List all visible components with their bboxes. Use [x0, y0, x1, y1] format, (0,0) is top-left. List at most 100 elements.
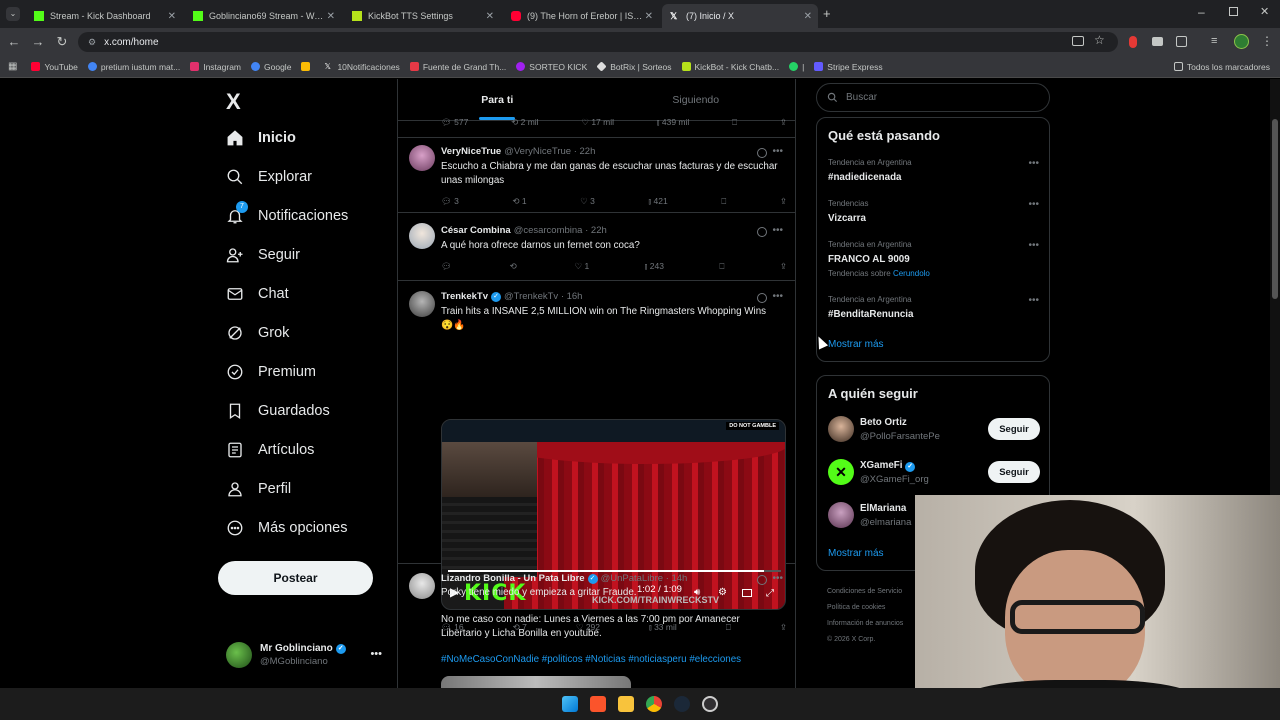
tweet-time[interactable]: · 16h: [561, 291, 583, 302]
trend-item[interactable]: Tendencia en Argentina FRANCO AL 9009 Te…: [828, 240, 930, 278]
more-dots-icon[interactable]: •••: [1028, 199, 1039, 210]
more-dots-icon[interactable]: •••: [1028, 158, 1039, 169]
tweet-time[interactable]: · 14h: [666, 573, 688, 584]
more-dots-icon[interactable]: •••: [772, 573, 783, 584]
star-icon[interactable]: ☆: [1094, 33, 1105, 47]
obs-icon[interactable]: [702, 696, 718, 712]
show-more-follow-link[interactable]: Mostrar más: [828, 548, 884, 559]
bookmark-icon[interactable]: ⎕: [732, 117, 737, 128]
tweet-author-name[interactable]: César Combina: [441, 225, 511, 236]
nav-item-grok[interactable]: Grok: [226, 324, 289, 342]
repost-button[interactable]: ⟲: [510, 261, 520, 272]
tweet-time[interactable]: · 22h: [585, 225, 607, 236]
new-tab-button[interactable]: +: [823, 6, 831, 21]
url-input[interactable]: ⚙ x.com/home: [78, 32, 1118, 52]
bookmark-item[interactable]: Google: [251, 62, 291, 72]
bookmark-item[interactable]: BotRix | Sorteos: [596, 61, 672, 72]
windows-start-icon[interactable]: [562, 696, 578, 712]
steam-icon[interactable]: [674, 696, 690, 712]
avatar[interactable]: [409, 223, 435, 249]
repost-button[interactable]: ⟲ 1: [512, 196, 526, 207]
tab-para-ti[interactable]: Para ti: [398, 79, 597, 120]
footer-link[interactable]: Condiciones de Servicio: [827, 584, 903, 600]
reply-button[interactable]: 💬︎: [441, 261, 454, 272]
close-icon[interactable]: ✕: [645, 11, 653, 22]
account-switcher[interactable]: Mr Goblinciano ✓ @MGoblinciano •••: [226, 642, 386, 668]
search-input[interactable]: Buscar: [816, 83, 1050, 112]
views-button[interactable]: ⫾ 243: [645, 261, 664, 272]
more-dots-icon[interactable]: •••: [772, 225, 783, 236]
bookmark-item[interactable]: KickBot - Kick Chatb...: [681, 62, 779, 72]
puzzle-icon[interactable]: [1176, 36, 1187, 47]
tweet[interactable]: VeryNiceTrue @VeryNiceTrue · 22h ••• Esc…: [398, 138, 795, 213]
tweet-author-name[interactable]: Lizandro Bonilla - Un Pata Libre: [441, 573, 585, 584]
bookmark-item[interactable]: |: [789, 62, 804, 72]
chrome-icon[interactable]: [646, 696, 662, 712]
tweet[interactable]: César Combina @cesarcombina · 22h ••• A …: [398, 213, 795, 281]
grok-icon[interactable]: [757, 227, 767, 237]
close-icon[interactable]: ✕: [804, 11, 812, 22]
tweet[interactable]: TrenkekTv ✓ @TrenkekTv · 16h ••• Train h…: [398, 281, 795, 632]
tweet-author-name[interactable]: TrenkekTv: [441, 291, 488, 302]
nav-item-guardados[interactable]: Guardados: [226, 402, 330, 420]
scrollbar-thumb[interactable]: [1272, 119, 1278, 299]
browser-tab-active[interactable]: 𝕏 (7) Inicio / X ✕: [662, 4, 818, 28]
bookmark-item[interactable]: YouTube: [31, 62, 78, 72]
grok-icon[interactable]: [757, 293, 767, 303]
site-info-icon[interactable]: ⚙: [88, 37, 96, 48]
nav-item-mas-opciones[interactable]: Más opciones: [226, 519, 347, 537]
tweet-handle[interactable]: @TrenkekTv: [504, 291, 558, 302]
footer-link[interactable]: Política de cookies: [827, 600, 903, 616]
reply-button[interactable]: 💬︎ 3: [441, 196, 459, 207]
nav-item-premium[interactable]: Premium: [226, 363, 316, 381]
share-icon[interactable]: ⇪: [780, 196, 787, 207]
trend-subtext-link[interactable]: Cerundolo: [893, 269, 930, 278]
more-dots-icon[interactable]: •••: [1028, 295, 1039, 306]
follow-button[interactable]: Seguir: [988, 418, 1040, 440]
extension-icon[interactable]: [1152, 37, 1163, 46]
tweet-time[interactable]: · 22h: [574, 146, 596, 157]
browser-tab[interactable]: Goblinciano69 Stream - Watch ✕: [185, 4, 341, 28]
tweet-handle[interactable]: @cesarcombina: [514, 225, 583, 236]
bookmark-icon[interactable]: ⎕: [719, 261, 724, 272]
nav-item-notificaciones[interactable]: 7 Notificaciones: [226, 201, 348, 225]
menu-icon[interactable]: ⋮: [1261, 34, 1273, 48]
bookmark-item[interactable]: SORTEO KICK: [516, 62, 587, 72]
minimize-button[interactable]: –: [1198, 5, 1205, 19]
all-bookmarks[interactable]: Todos los marcadores: [1173, 62, 1270, 72]
browser-tab[interactable]: (9) The Horn of Erebor | ISOLAT ✕: [503, 4, 659, 28]
trend-item[interactable]: Tendencias Vizcarra: [828, 199, 868, 224]
avatar[interactable]: [409, 573, 435, 599]
bookmark-item[interactable]: [301, 62, 314, 71]
close-window-button[interactable]: ✕: [1260, 5, 1269, 18]
tweet-author-name[interactable]: VeryNiceTrue: [441, 146, 501, 157]
share-icon[interactable]: ⇪: [780, 117, 787, 128]
x-logo-icon[interactable]: X: [226, 89, 241, 115]
close-icon[interactable]: ✕: [327, 11, 335, 22]
nav-item-inicio[interactable]: Inicio: [226, 129, 296, 147]
tweet[interactable]: Lizandro Bonilla - Un Pata Libre ✓ @UnPa…: [398, 564, 795, 688]
more-dots-icon[interactable]: •••: [1028, 240, 1039, 251]
trend-item[interactable]: Tendencia en Argentina #nadiedicenada: [828, 158, 912, 183]
profile-avatar-icon[interactable]: [1234, 34, 1249, 49]
close-icon[interactable]: ✕: [486, 11, 494, 22]
bookmark-item[interactable]: Fuente de Grand Th...: [409, 62, 506, 72]
like-button[interactable]: ♡ 1: [574, 261, 589, 272]
nav-item-explorar[interactable]: Explorar: [226, 168, 312, 186]
avatar[interactable]: [409, 145, 435, 171]
like-button[interactable]: ♡ 3: [580, 196, 595, 207]
maximize-button[interactable]: [1229, 7, 1238, 16]
forward-icon[interactable]: →: [30, 34, 46, 50]
more-dots-icon[interactable]: •••: [370, 648, 382, 660]
folder-icon[interactable]: [618, 696, 634, 712]
views-button[interactable]: ⫾ 439 mil: [657, 117, 690, 128]
more-dots-icon[interactable]: •••: [772, 291, 783, 302]
close-icon[interactable]: ✕: [168, 11, 176, 22]
follow-button[interactable]: Seguir: [988, 461, 1040, 483]
nav-item-articulos[interactable]: Artículos: [226, 441, 314, 459]
tweet-handle[interactable]: @VeryNiceTrue: [504, 146, 571, 157]
bookmark-icon[interactable]: ⎕: [721, 196, 726, 207]
bookmark-item[interactable]: pretium iustum mat...: [87, 62, 180, 72]
bookmark-item[interactable]: Instagram: [190, 62, 241, 72]
browser-tab[interactable]: KickBot TTS Settings ✕: [344, 4, 500, 28]
